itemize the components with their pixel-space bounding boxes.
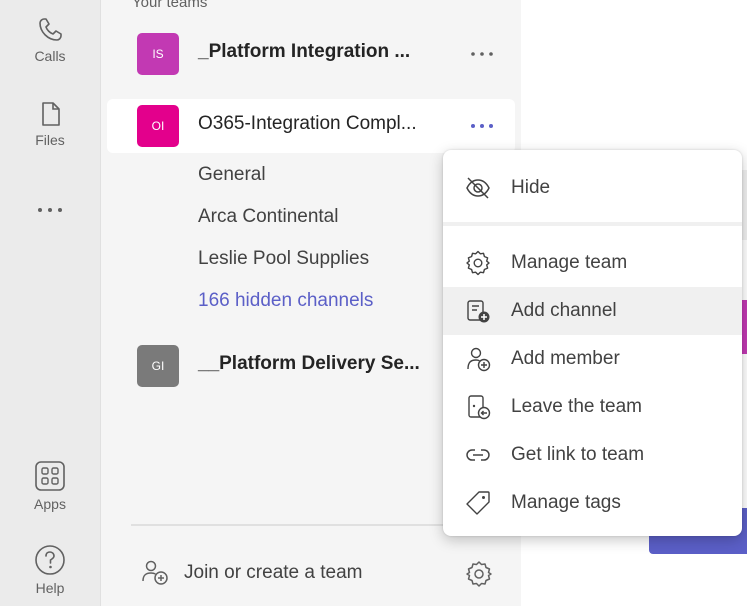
rail-help[interactable]: Help bbox=[0, 544, 100, 596]
file-icon bbox=[42, 102, 60, 126]
menu-item-label: Add channel bbox=[511, 300, 617, 321]
more-icon bbox=[38, 208, 62, 212]
add-person-icon bbox=[467, 347, 491, 372]
more-icon bbox=[471, 52, 493, 56]
rail-apps[interactable]: Apps bbox=[0, 460, 100, 512]
menu-item-label: Leave the team bbox=[511, 396, 642, 417]
menu-item-manage-tags[interactable]: Manage tags bbox=[443, 479, 742, 527]
menu-item-label: Get link to team bbox=[511, 444, 645, 465]
menu-item-label: Add member bbox=[511, 348, 620, 369]
add-channel-icon bbox=[467, 300, 490, 323]
hidden-channels-link[interactable]: 166 hidden channels bbox=[198, 290, 373, 312]
menu-item-leave-team[interactable]: Leave the team bbox=[443, 383, 742, 431]
menu-item-label: Hide bbox=[511, 177, 551, 198]
rail-calls-label: Calls bbox=[34, 48, 66, 64]
menu-separator bbox=[443, 222, 742, 226]
channel-item[interactable]: Leslie Pool Supplies bbox=[198, 248, 369, 270]
team-row-active[interactable]: OI O365-Integration Compl... bbox=[107, 99, 515, 153]
gear-icon[interactable] bbox=[465, 560, 493, 588]
section-title: Your teams bbox=[132, 0, 208, 11]
link-icon bbox=[466, 449, 490, 461]
team-avatar: IS bbox=[137, 33, 179, 75]
gear-icon bbox=[466, 250, 490, 276]
team-name: __Platform Delivery Se... bbox=[198, 353, 420, 374]
team-avatar: GI bbox=[137, 345, 179, 387]
app-rail: Calls Files Apps Help bbox=[0, 0, 101, 606]
join-or-create-team-button[interactable]: Join or create a team bbox=[141, 556, 511, 590]
team-name: O365-Integration Compl... bbox=[198, 113, 417, 134]
menu-item-label: Manage tags bbox=[511, 492, 621, 513]
rail-files-label: Files bbox=[35, 132, 65, 148]
menu-item-add-member[interactable]: Add member bbox=[443, 335, 742, 383]
rail-more-button[interactable] bbox=[37, 200, 63, 220]
rail-files[interactable]: Files bbox=[0, 100, 100, 148]
channel-item[interactable]: Arca Continental bbox=[198, 206, 338, 228]
tag-icon bbox=[466, 491, 490, 515]
team-row[interactable]: IS _Platform Integration ... bbox=[107, 27, 515, 81]
team-more-options-button[interactable] bbox=[467, 39, 497, 69]
phone-icon bbox=[39, 18, 62, 41]
rail-apps-label: Apps bbox=[34, 496, 66, 512]
apps-icon bbox=[35, 461, 65, 491]
team-avatar: OI bbox=[137, 105, 179, 147]
leave-door-icon bbox=[468, 395, 491, 420]
more-icon bbox=[471, 124, 493, 128]
add-people-icon bbox=[142, 560, 168, 585]
help-icon bbox=[35, 545, 65, 575]
menu-item-manage-team[interactable]: Manage team bbox=[443, 239, 742, 287]
menu-item-hide[interactable]: Hide bbox=[443, 164, 742, 212]
team-name: _Platform Integration ... bbox=[198, 41, 411, 62]
menu-item-label: Manage team bbox=[511, 252, 628, 273]
eye-off-icon bbox=[466, 177, 490, 199]
team-more-options-button[interactable] bbox=[467, 111, 497, 141]
join-label: Join or create a team bbox=[184, 562, 363, 583]
menu-item-get-link[interactable]: Get link to team bbox=[443, 431, 742, 479]
menu-item-add-channel[interactable]: Add channel bbox=[443, 287, 742, 335]
rail-calls[interactable]: Calls bbox=[0, 16, 100, 64]
rail-help-label: Help bbox=[35, 580, 65, 596]
channel-item[interactable]: General bbox=[198, 164, 266, 186]
team-context-menu: Hide Manage team Add channel Add member bbox=[443, 150, 742, 536]
